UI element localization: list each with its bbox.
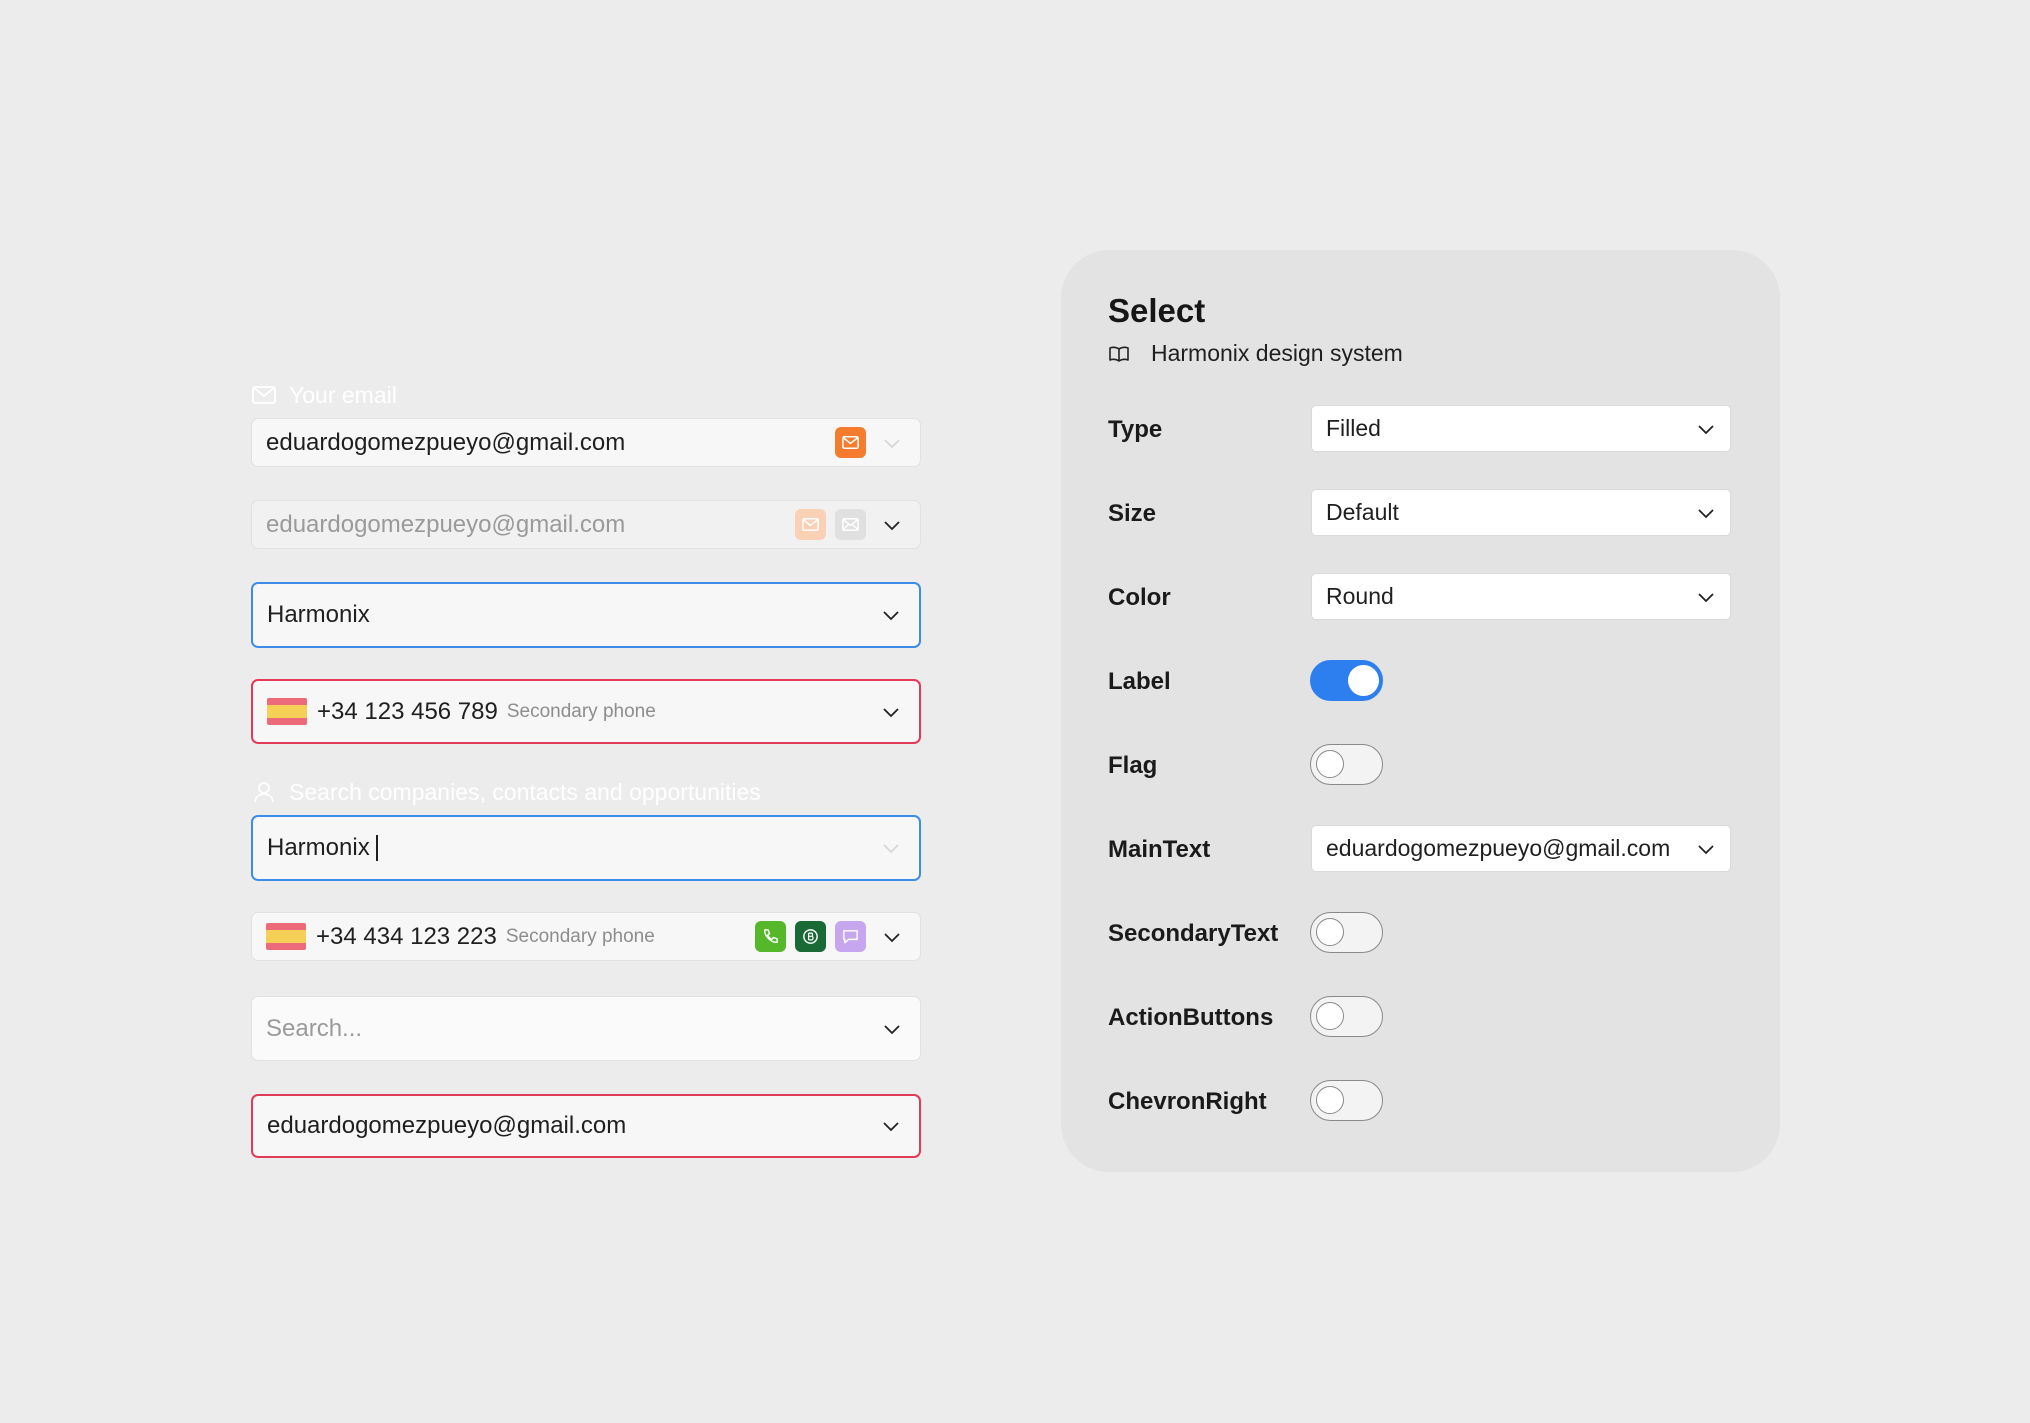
email-action-button[interactable] bbox=[835, 427, 866, 458]
prop-select-value: Default bbox=[1326, 499, 1399, 525]
whatsapp-icon bbox=[803, 929, 818, 944]
select-email-disabled[interactable]: eduardogomezpueyo@gmail.com bbox=[251, 500, 921, 549]
select-secondary-text: Secondary phone bbox=[505, 925, 655, 947]
spain-flag-icon bbox=[266, 923, 306, 950]
chevron-down-icon bbox=[1694, 837, 1718, 861]
text-cursor bbox=[375, 835, 378, 861]
prop-select-size[interactable]: Default bbox=[1311, 489, 1731, 536]
prop-label-flag: Flag bbox=[1108, 752, 1158, 779]
chevron-down-icon bbox=[1694, 501, 1718, 525]
email-label: Your email bbox=[251, 378, 397, 412]
phone-icon bbox=[764, 929, 778, 943]
panel-subtitle: Harmonix design system bbox=[1108, 340, 1403, 367]
mail-icon bbox=[842, 436, 859, 449]
properties-panel: Select Harmonix design system Type Fille… bbox=[1061, 250, 1780, 1172]
select-secondary-text: Secondary phone bbox=[506, 700, 656, 722]
select-main-text: eduardogomezpueyo@gmail.com bbox=[266, 428, 626, 456]
toggle-knob bbox=[1316, 1086, 1344, 1114]
toggle-knob bbox=[1316, 750, 1344, 778]
prop-label-chevronright: ChevronRight bbox=[1108, 1088, 1267, 1115]
select-main-text: +34 123 456 789 bbox=[317, 697, 498, 725]
toggle-actionbuttons[interactable] bbox=[1310, 996, 1383, 1037]
select-main-text: eduardogomezpueyo@gmail.com bbox=[266, 510, 626, 538]
chevron-down-icon bbox=[880, 1017, 904, 1041]
chevron-down-icon bbox=[879, 836, 903, 860]
select-main-text: Harmonix bbox=[267, 834, 370, 861]
select-phone-actions[interactable]: +34 434 123 223 Secondary phone bbox=[251, 912, 921, 961]
email-label-text: Your email bbox=[289, 381, 397, 408]
search-label-text: Search companies, contacts and opportuni… bbox=[289, 778, 761, 805]
spain-flag-icon bbox=[267, 698, 307, 725]
panel-subtitle-text: Harmonix design system bbox=[1151, 340, 1403, 366]
book-icon bbox=[1108, 343, 1130, 365]
prop-label-type: Type bbox=[1108, 416, 1163, 443]
mail-open-icon bbox=[842, 518, 859, 531]
email-action-button bbox=[795, 509, 826, 540]
chevron-down-icon bbox=[879, 603, 903, 627]
chevron-down-icon bbox=[879, 1114, 903, 1138]
prop-select-value: eduardogomezpueyo@gmail.com bbox=[1326, 835, 1671, 861]
chevron-down-icon bbox=[880, 513, 904, 537]
message-icon bbox=[843, 930, 858, 944]
email-secondary-action-button bbox=[835, 509, 866, 540]
user-icon bbox=[251, 779, 277, 805]
select-search-empty[interactable]: Search... bbox=[251, 996, 921, 1061]
call-action-button[interactable] bbox=[755, 921, 786, 952]
select-email-error[interactable]: eduardogomezpueyo@gmail.com bbox=[251, 1094, 921, 1158]
toggle-knob bbox=[1316, 1002, 1344, 1030]
chevron-down-icon bbox=[880, 431, 904, 455]
select-placeholder: Search... bbox=[266, 1014, 363, 1042]
toggle-secondarytext[interactable] bbox=[1310, 912, 1383, 953]
panel-title: Select bbox=[1108, 292, 1206, 329]
toggle-label[interactable] bbox=[1310, 660, 1383, 701]
toggle-knob bbox=[1348, 665, 1379, 696]
select-main-text: eduardogomezpueyo@gmail.com bbox=[267, 1112, 627, 1139]
prop-label-secondarytext: SecondaryText bbox=[1108, 920, 1279, 947]
select-main-text: +34 434 123 223 bbox=[316, 922, 497, 950]
message-action-button[interactable] bbox=[835, 921, 866, 952]
prop-label-size: Size bbox=[1108, 500, 1157, 527]
prop-select-type[interactable]: Filled bbox=[1311, 405, 1731, 452]
select-email[interactable]: eduardogomezpueyo@gmail.com bbox=[251, 418, 921, 467]
toggle-flag[interactable] bbox=[1310, 744, 1383, 785]
chevron-down-icon bbox=[879, 700, 903, 724]
chevron-down-icon bbox=[880, 925, 904, 949]
select-main-text: Harmonix bbox=[267, 601, 370, 628]
chevron-down-icon bbox=[1694, 417, 1718, 441]
select-harmonix-focused[interactable]: Harmonix bbox=[251, 582, 921, 648]
whatsapp-action-button[interactable] bbox=[795, 921, 826, 952]
prop-select-value: Filled bbox=[1326, 415, 1381, 441]
select-search-typing[interactable]: Harmonix bbox=[251, 815, 921, 881]
mail-icon bbox=[802, 518, 819, 531]
prop-select-color[interactable]: Round bbox=[1311, 573, 1731, 620]
mail-icon bbox=[251, 382, 277, 408]
prop-label-maintext: MainText bbox=[1108, 836, 1211, 863]
select-phone-error[interactable]: +34 123 456 789 Secondary phone bbox=[251, 679, 921, 744]
toggle-knob bbox=[1316, 918, 1344, 946]
prop-select-maintext[interactable]: eduardogomezpueyo@gmail.com bbox=[1311, 825, 1731, 872]
search-label: Search companies, contacts and opportuni… bbox=[251, 775, 761, 809]
toggle-chevronright[interactable] bbox=[1310, 1080, 1383, 1121]
chevron-down-icon bbox=[1694, 585, 1718, 609]
prop-label-color: Color bbox=[1108, 584, 1171, 611]
prop-label-label: Label bbox=[1108, 668, 1171, 695]
prop-label-actionbuttons: ActionButtons bbox=[1108, 1004, 1274, 1031]
prop-select-value: Round bbox=[1326, 583, 1394, 609]
